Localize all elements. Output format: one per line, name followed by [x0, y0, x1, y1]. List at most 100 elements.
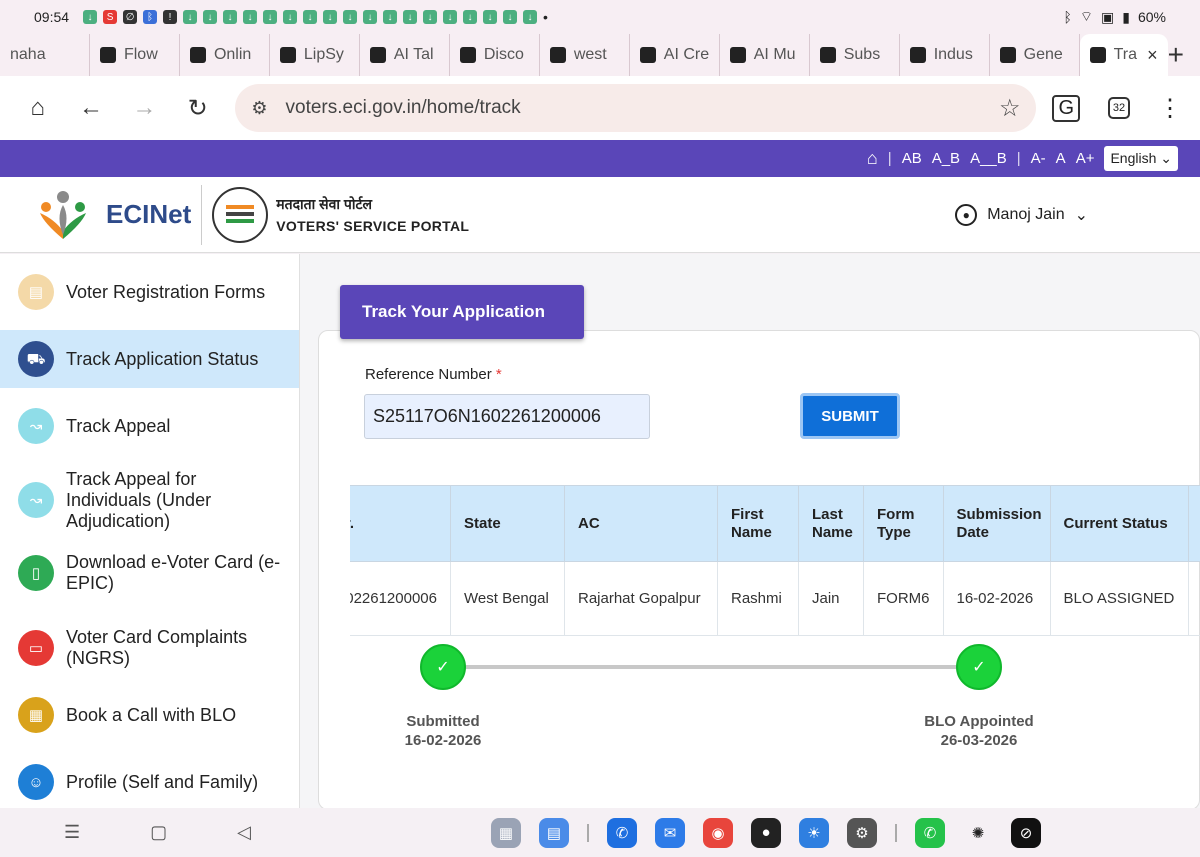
whatsapp-icon[interactable]: ✆: [915, 817, 945, 848]
app-icon[interactable]: ⊘: [1011, 817, 1041, 848]
dock-separator: [587, 823, 589, 842]
chrome-icon[interactable]: ◉: [703, 817, 733, 848]
wave-icon: [279, 47, 296, 63]
download-icon: ↓: [383, 10, 398, 24]
browser-tab-2[interactable]: Onlin: [180, 34, 270, 76]
bookmark-star-icon[interactable]: ☆: [999, 94, 1021, 123]
disc-icon: [459, 47, 476, 63]
browser-tab-4[interactable]: AI Tal: [360, 34, 450, 76]
new-tab-icon[interactable]: +: [1168, 39, 1184, 71]
table-cell: S25117O6N1602261200006: [350, 561, 451, 636]
back-icon[interactable]: ←: [71, 88, 110, 128]
browser-tab-6[interactable]: west: [540, 34, 630, 76]
weather-icon[interactable]: ☀: [799, 817, 829, 848]
reference-number-input[interactable]: S25117O6N1602261200006: [364, 394, 650, 439]
browser-tab-7[interactable]: AI Cre: [630, 34, 720, 76]
browser-tab-0[interactable]: naha: [0, 34, 90, 76]
chatgpt-icon[interactable]: ✺: [963, 817, 993, 848]
card-icon: ▯: [18, 555, 54, 591]
sidebar-item-2[interactable]: ↝ Track Appeal: [0, 388, 299, 464]
sidebar-item-1[interactable]: ⛟ Track Application Status: [0, 330, 299, 388]
browser-toolbar: ⌂ ← → ↻ ⚙ voters.eci.gov.in/home/track ☆…: [0, 76, 1200, 140]
sidebar-item-7[interactable]: ☺ Profile (Self and Family): [0, 744, 299, 808]
text-size-increase[interactable]: A+: [1076, 150, 1095, 167]
phone-icon[interactable]: ✆: [607, 817, 637, 848]
home-button-icon[interactable]: ▢: [150, 822, 167, 843]
app-drawer-icon[interactable]: ▦: [491, 817, 521, 848]
download-icon: ↓: [263, 10, 278, 24]
home-icon[interactable]: ⌂: [867, 148, 878, 169]
forward-icon[interactable]: →: [125, 88, 164, 128]
site-settings-icon[interactable]: ⚙: [251, 98, 267, 119]
reload-icon[interactable]: ↻: [178, 88, 217, 128]
user-menu[interactable]: ● Manoj Jain ⌄: [955, 203, 1088, 226]
timeline-step-1-label: Submitted: [406, 713, 480, 730]
download-icon: ↓: [503, 10, 518, 24]
results-table-wrapper[interactable]: Number.StateACFirst NameLast NameForm Ty…: [350, 485, 1200, 637]
portal-title-english: VOTERS' SERVICE PORTAL: [276, 218, 470, 234]
text-size-decrease[interactable]: A-: [1031, 150, 1046, 167]
browser-tab-12[interactable]: Tra ×: [1079, 34, 1168, 76]
browser-tab-label: Subs: [843, 46, 881, 63]
browser-tab-10[interactable]: Indus: [900, 34, 990, 76]
font-option-1[interactable]: AB: [902, 150, 922, 167]
sidebar-item-label: Track Appeal: [66, 415, 171, 436]
sidebar-item-0[interactable]: ▤ Voter Registration Forms: [0, 254, 299, 330]
language-select[interactable]: English ⌄: [1104, 146, 1178, 171]
table-row: S25117O6N1602261200006West BengalRajarha…: [350, 561, 1200, 636]
browser-tab-3[interactable]: LipSy: [270, 34, 360, 76]
sidebar-item-4[interactable]: ▯ Download e-Voter Card (e-EPIC): [0, 536, 299, 610]
tab-count-button[interactable]: 32: [1108, 97, 1131, 119]
close-tab-icon[interactable]: ×: [1147, 45, 1158, 66]
ecinet-logo-icon: [40, 190, 86, 239]
sidebar-item-3[interactable]: ↝ Track Appeal for Individuals (Under Adj…: [0, 464, 299, 536]
timeline-step-1-check-icon: ✓: [420, 644, 466, 690]
main-content: Reference Number * S25117O6N160226120000…: [300, 254, 1200, 808]
address-bar[interactable]: ⚙ voters.eci.gov.in/home/track ☆: [235, 84, 1037, 132]
download-icon: ↓: [403, 10, 418, 24]
messages-icon[interactable]: ✉: [655, 817, 685, 848]
browser-tab-label: LipSy: [303, 46, 344, 63]
browser-tab-label: Disco: [483, 46, 524, 63]
menu-dots-icon[interactable]: ⋮: [1158, 94, 1182, 123]
sidebar-item-6[interactable]: ▦ Book a Call with BLO: [0, 686, 299, 744]
table-cell: FORM6: [863, 561, 944, 636]
infinity-icon: [639, 47, 656, 63]
browser-tab-11[interactable]: Gene: [990, 34, 1080, 76]
text-size-normal[interactable]: A: [1056, 150, 1066, 167]
dock-separator: [895, 823, 897, 842]
sidebar-item-label: Voter Card Complaints (NGRS): [66, 627, 248, 668]
files-icon[interactable]: ▤: [539, 817, 569, 848]
browser-tab-8[interactable]: AI Mu: [720, 34, 810, 76]
download-icon: ↓: [463, 10, 478, 24]
ecinet-logo[interactable]: ECINet: [34, 187, 191, 243]
route-icon: ↝: [18, 482, 54, 518]
download-icon: ↓: [443, 10, 458, 24]
browser-tab-label: AI Cre: [663, 46, 710, 63]
translate-icon[interactable]: G: [1052, 94, 1081, 122]
submit-button[interactable]: SUBMIT: [800, 393, 900, 439]
settings-icon[interactable]: ⚙: [847, 817, 877, 848]
browser-tab-5[interactable]: Disco: [450, 34, 540, 76]
browser-tab-1[interactable]: Flow: [90, 34, 180, 76]
table-header-cell: Last Name: [798, 485, 864, 562]
download-icon: ↓: [303, 10, 318, 24]
url-text: voters.eci.gov.in/home/track: [285, 97, 521, 118]
download-icon: ↓: [363, 10, 378, 24]
calendar-icon: ▦: [18, 697, 54, 733]
track-card: Reference Number * S25117O6N160226120000…: [318, 330, 1200, 808]
table-header-cell-empty: [1187, 485, 1200, 562]
font-option-2[interactable]: A_B: [932, 150, 960, 167]
camera-icon[interactable]: ●: [751, 817, 781, 848]
recents-icon[interactable]: ☰: [64, 822, 80, 843]
eci-icon: [1089, 47, 1106, 63]
google-icon: [549, 47, 566, 63]
download-icon: ↓: [83, 10, 98, 24]
sidebar-item-5[interactable]: ▭ Voter Card Complaints (NGRS): [0, 610, 299, 686]
required-marker: *: [495, 366, 502, 383]
download-icon: ↓: [243, 10, 258, 24]
browser-tab-9[interactable]: Subs: [810, 34, 900, 76]
back-button-icon[interactable]: ◁: [237, 822, 251, 843]
home-icon[interactable]: ⌂: [18, 88, 57, 128]
font-option-3[interactable]: A__B: [970, 150, 1007, 167]
